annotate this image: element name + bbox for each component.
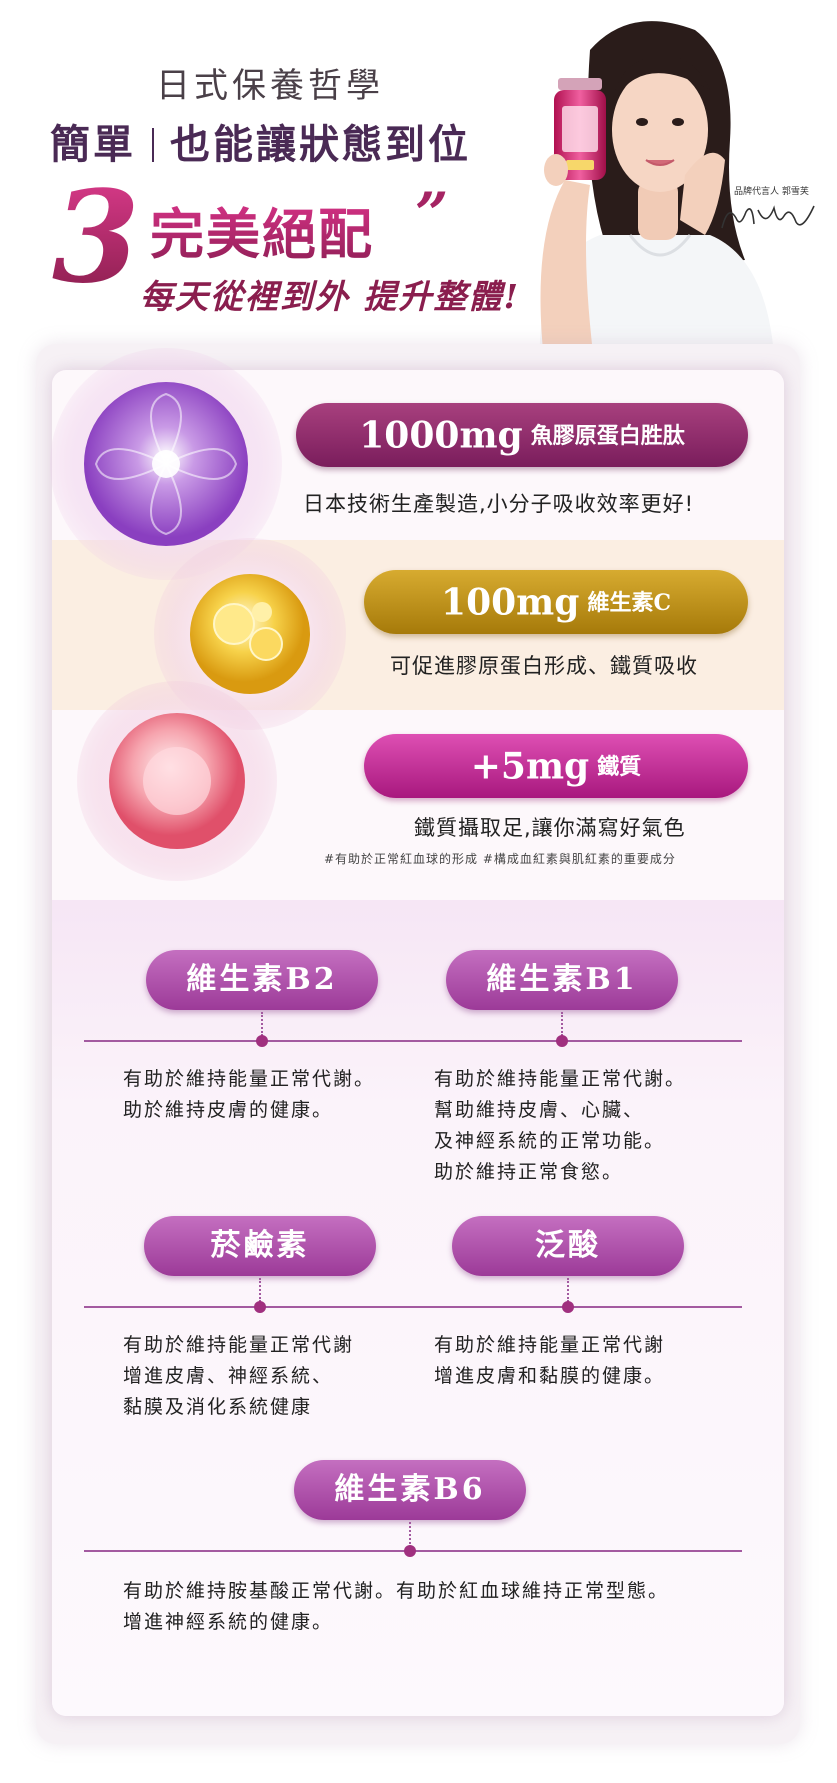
tagline-left: 簡單 [50, 121, 136, 168]
spokesperson-label: 品牌代言人 郭雪芙 [734, 187, 809, 197]
collagen-name: 魚膠原蛋白胜肽 [530, 422, 685, 449]
vitamin-b6-line: 有助於維持胺基酸正常代謝。有助於紅血球維持正常型態。 [123, 1580, 670, 1602]
vitamin-b2-dot [256, 1035, 268, 1047]
vitamin-b2-connector [261, 1012, 263, 1036]
signature-image [721, 205, 815, 229]
iron-description: 鐵質攝取足,讓你滿寫好氣色 [414, 816, 686, 840]
vitamin-b1-line: 助於維持正常食慾。 [434, 1161, 624, 1183]
big-number: 3 [52, 163, 140, 311]
collagen-amount-pill: 1000mg 魚膠原蛋白胜肽 [296, 403, 748, 467]
collagen-amount: 1000mg [359, 414, 523, 457]
pantothenic-acid-connector [567, 1278, 569, 1302]
row1-divider [84, 1040, 742, 1042]
vitamin-b6-line: 增進神經系統的健康。 [123, 1611, 334, 1633]
pantothenic-acid-line: 有助於維持能量正常代謝 [434, 1334, 666, 1356]
iron-amount-pill: +5mg 鐵質 [364, 734, 748, 798]
vitamin-c-description: 可促進膠原蛋白形成、鐵質吸收 [390, 654, 698, 678]
niacin-connector [259, 1278, 261, 1302]
vitamin-c-amount-pill: 100mg 維生素C [364, 570, 748, 634]
header-tagline: 簡單 也能讓狀態到位 [50, 112, 471, 170]
niacin-pill: 菸鹼素 [144, 1216, 376, 1276]
vitamin-b2-line: 有助於維持能量正常代謝。 [123, 1068, 376, 1090]
iron-tags: #有助於正常紅血球的形成 #構成血紅素與肌紅素的重要成分 [324, 852, 676, 866]
vitamin-b1-pill: 維生素B1 [446, 950, 678, 1010]
vitamin-b2-description: 有助於維持能量正常代謝。 助於維持皮膚的健康。 [123, 1064, 375, 1126]
quote-mark: ” [415, 180, 449, 248]
vitamin-b1-line: 幫助維持皮膚、心臟、 [434, 1099, 645, 1121]
vitamin-b2-pill: 維生素B2 [146, 950, 378, 1010]
pantothenic-acid-description: 有助於維持能量正常代謝 增進皮膚和黏膜的健康。 [434, 1330, 665, 1392]
collagen-description: 日本技術生產製造,小分子吸收效率更好! [303, 492, 695, 516]
niacin-dot [254, 1301, 266, 1313]
vitamin-b1-dot [556, 1035, 568, 1047]
vitamin-b6-description: 有助於維持胺基酸正常代謝。有助於紅血球維持正常型態。 增進神經系統的健康。 [123, 1576, 669, 1638]
headline-title: 完美絕配 [150, 190, 374, 269]
tagline-divider [152, 128, 154, 162]
niacin-line: 黏膜及消化系統健康 [123, 1396, 313, 1418]
niacin-line: 有助於維持能量正常代謝 [123, 1334, 355, 1356]
iron-name: 鐵質 [597, 753, 642, 780]
row2-divider [84, 1306, 742, 1308]
vitamin-b6-dot [404, 1545, 416, 1557]
vitamin-b1-description: 有助於維持能量正常代謝。 幫助維持皮膚、心臟、 及神經系統的正常功能。 助於維持… [434, 1064, 686, 1188]
vitamin-b1-line: 及神經系統的正常功能。 [434, 1130, 666, 1152]
vitamin-c-name: 維生素C [587, 589, 671, 616]
niacin-line: 增進皮膚、神經系統、 [123, 1365, 334, 1387]
iron-orb-icon [77, 681, 277, 881]
tagline-right: 也能讓狀態到位 [170, 121, 471, 168]
vitamin-b1-line: 有助於維持能量正常代謝。 [434, 1068, 687, 1090]
pantothenic-acid-pill: 泛酸 [452, 1216, 684, 1276]
vitamin-b6-pill: 維生素B6 [294, 1460, 526, 1520]
vitamin-b6-connector [409, 1522, 411, 1544]
pantothenic-acid-dot [562, 1301, 574, 1313]
pantothenic-acid-line: 增進皮膚和黏膜的健康。 [434, 1365, 666, 1387]
iron-amount: +5mg [470, 745, 590, 788]
vitamin-c-amount: 100mg [441, 581, 580, 624]
headline-slogan: 每天從裡到外 提升整體! [140, 277, 520, 316]
niacin-description: 有助於維持能量正常代謝 增進皮膚、神經系統、 黏膜及消化系統健康 [123, 1330, 354, 1423]
header-subtitle: 日式保養哲學 [156, 66, 384, 106]
vitamin-b1-connector [561, 1012, 563, 1036]
vitamin-b2-line: 助於維持皮膚的健康。 [123, 1099, 334, 1121]
